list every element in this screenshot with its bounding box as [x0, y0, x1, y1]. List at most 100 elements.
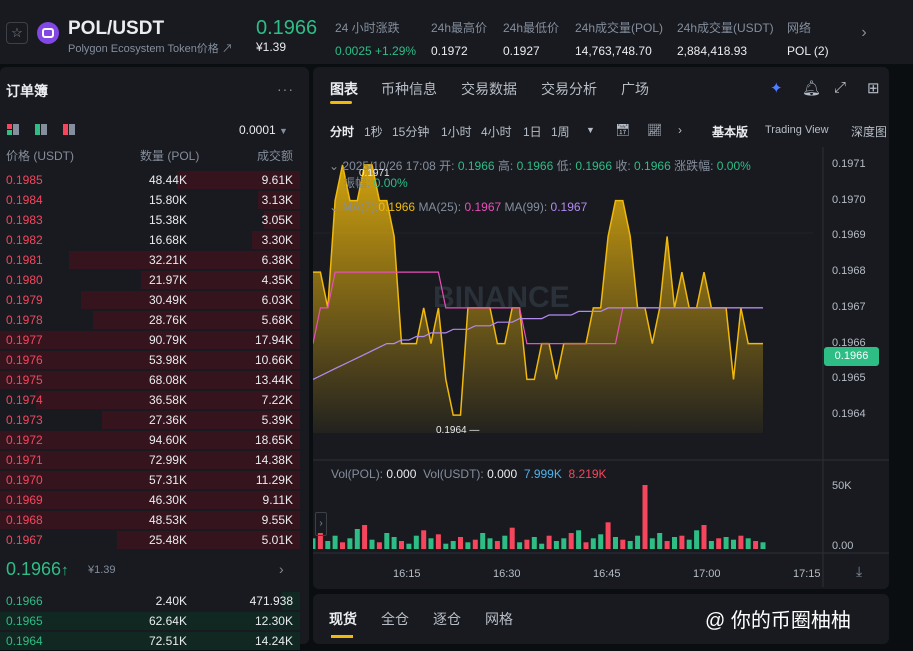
tab-trade-data[interactable]: 交易数据 — [461, 79, 517, 99]
indicator-icon[interactable]: 📈︎ — [647, 123, 662, 137]
header-scroll-right-icon[interactable]: › — [850, 18, 878, 48]
stat-4: 24h成交量(USDT) 2,884,418.93 — [677, 19, 774, 58]
tf-1h[interactable]: 1小时 — [441, 123, 472, 140]
tf-1w[interactable]: 1周 — [551, 123, 570, 140]
row-amount: 15.80K — [148, 193, 187, 207]
orderbook-mid-price[interactable]: 0.1966↑ — [6, 559, 69, 580]
orderbook-row[interactable]: 0.1971 72.99K 14.38K — [0, 450, 300, 470]
stat-value: 2,884,418.93 — [677, 44, 748, 58]
orderbook-row[interactable]: 0.1978 28.76K 5.68K — [0, 310, 300, 330]
tab-isolated[interactable]: 逐仓 — [433, 609, 461, 629]
volume-bar — [517, 542, 523, 549]
row-amount: 48.44K — [148, 173, 187, 187]
orderbook-row[interactable]: 0.1984 15.80K 3.13K — [0, 190, 300, 210]
orderbook-row[interactable]: 0.1981 32.21K 6.38K — [0, 250, 300, 270]
tab-trade-analysis[interactable]: 交易分析 — [541, 79, 597, 99]
volume-bar — [428, 538, 434, 549]
collapse-handle-icon[interactable]: › — [315, 512, 327, 536]
volume-bar — [313, 538, 316, 549]
view-depth[interactable]: 深度图 — [851, 123, 887, 140]
volume-bar — [679, 535, 685, 549]
row-amount: 53.98K — [148, 353, 187, 367]
orderbook-row[interactable]: 0.1985 48.44K 9.61K — [0, 170, 300, 190]
pair-name[interactable]: POL/USDT — [68, 18, 164, 40]
calendar-icon[interactable]: 📅︎ — [615, 123, 630, 137]
ai-sparkle-icon[interactable]: ✦ — [770, 79, 783, 97]
layout-grid-icon[interactable]: ⊞ — [867, 79, 880, 97]
row-total: 5.68K — [261, 313, 293, 327]
tf-dropdown-icon[interactable]: ▼ — [586, 125, 595, 135]
orderbook-row[interactable]: 0.1982 16.68K 3.30K — [0, 230, 300, 250]
volume-bar — [694, 530, 700, 549]
volume-bar — [598, 534, 604, 549]
tab-coin-info[interactable]: 币种信息 — [381, 79, 437, 99]
y-tick-label: 0.1969 — [832, 229, 866, 241]
stat-label: 24h最低价 — [503, 21, 560, 35]
tf-1s[interactable]: 1秒 — [364, 123, 383, 140]
tf-1d[interactable]: 1日 — [523, 123, 542, 140]
orderbook-row[interactable]: 0.1967 25.48K 5.01K — [0, 530, 300, 550]
orderbook-row[interactable]: 0.1968 48.53K 9.55K — [0, 510, 300, 530]
stat-label: 网络 — [787, 21, 812, 35]
row-amount: 48.53K — [148, 513, 187, 527]
row-total: 12.30K — [254, 614, 293, 628]
view-asks-icon[interactable] — [63, 124, 75, 135]
row-amount: 72.99K — [148, 453, 187, 467]
row-price: 0.1983 — [6, 213, 43, 227]
volume-bar — [458, 537, 463, 549]
view-both-icon[interactable] — [7, 124, 19, 135]
orderbook-row[interactable]: 0.1969 46.30K 9.11K — [0, 490, 300, 510]
row-price: 0.1972 — [6, 433, 43, 447]
row-price: 0.1976 — [6, 353, 43, 367]
tab-cross[interactable]: 全仓 — [381, 609, 409, 629]
stat-value: 0.0025 +1.29% — [335, 44, 417, 58]
volume-bar — [546, 535, 552, 549]
orderbook-row[interactable]: 0.1966 2.40K 471.938 — [0, 591, 300, 611]
orderbook-row[interactable]: 0.1964 72.51K 14.24K — [0, 631, 300, 651]
tab-square[interactable]: 广场 — [621, 79, 649, 99]
row-amount: 57.31K — [148, 473, 187, 487]
mid-chevron-right-icon[interactable]: › — [279, 561, 284, 577]
favorite-star-icon[interactable]: ☆ — [6, 22, 28, 44]
tf-15m[interactable]: 15分钟 — [392, 123, 429, 140]
orderbook-row[interactable]: 0.1965 62.64K 12.30K — [0, 611, 300, 631]
row-amount: 94.60K — [148, 433, 187, 447]
orderbook-row[interactable]: 0.1979 30.49K 6.03K — [0, 290, 300, 310]
row-amount: 62.64K — [148, 614, 187, 628]
more-dots-icon[interactable]: ··· — [277, 81, 294, 97]
orderbook-row[interactable]: 0.1977 90.79K 17.94K — [0, 330, 300, 350]
pair-subtitle[interactable]: Polygon Ecosystem Token价格 ↗ — [68, 40, 233, 56]
orderbook-row[interactable]: 0.1970 57.31K 11.29K — [0, 470, 300, 490]
volume-bar — [561, 538, 567, 549]
orderbook-row[interactable]: 0.1983 15.38K 3.05K — [0, 210, 300, 230]
view-bids-icon[interactable] — [35, 124, 47, 135]
author-watermark: @ 你的币圈柚柚 — [705, 610, 851, 632]
row-total: 10.66K — [254, 353, 293, 367]
row-total: 6.03K — [261, 293, 293, 307]
time-axis-reset-icon[interactable]: ⤓ — [856, 563, 862, 580]
tf-time[interactable]: 分时 — [330, 123, 354, 140]
toolbar-more-icon[interactable]: › — [678, 123, 682, 137]
row-amount: 21.97K — [148, 273, 187, 287]
row-total: 17.94K — [254, 333, 293, 347]
tab-grid[interactable]: 网格 — [485, 609, 513, 629]
precision-select[interactable]: 0.0001 ▼ — [239, 123, 288, 137]
view-basic[interactable]: 基本版 — [712, 123, 748, 140]
tab-spot[interactable]: 现货 — [329, 609, 357, 629]
orderbook-row[interactable]: 0.1976 53.98K 10.66K — [0, 350, 300, 370]
fullscreen-icon[interactable]: ⤢ — [834, 79, 846, 96]
orderbook-row[interactable]: 0.1975 68.08K 13.44K — [0, 370, 300, 390]
orderbook-row[interactable]: 0.1980 21.97K 4.35K — [0, 270, 300, 290]
volume-bar — [487, 538, 493, 549]
tf-4h[interactable]: 4小时 — [481, 123, 512, 140]
stat-0: 24 小时涨跌 0.0025 +1.29% — [335, 19, 416, 58]
view-tradingview[interactable]: Trading View — [765, 124, 829, 136]
tab-chart[interactable]: 图表 — [330, 79, 358, 99]
orderbook-row[interactable]: 0.1972 94.60K 18.65K — [0, 430, 300, 450]
orderbook-row[interactable]: 0.1973 27.36K 5.39K — [0, 410, 300, 430]
row-price: 0.1981 — [6, 253, 43, 267]
row-price: 0.1985 — [6, 173, 43, 187]
orderbook-row[interactable]: 0.1974 36.58K 7.22K — [0, 390, 300, 410]
stat-value[interactable]: POL (2) — [787, 44, 829, 58]
bell-icon[interactable]: 🔔︎ — [802, 79, 821, 97]
